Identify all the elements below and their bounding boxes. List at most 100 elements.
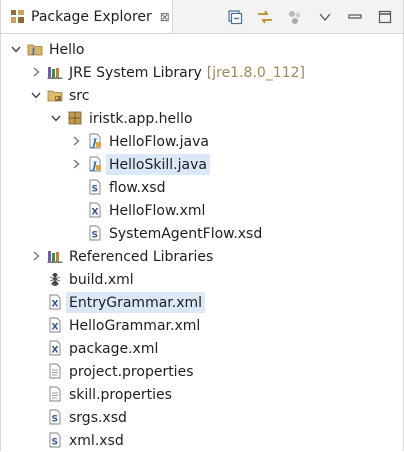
xml-file-icon: X (47, 340, 63, 356)
tree-item-label-wrap: skill.properties (66, 384, 175, 405)
tree-item-label: flow.xsd (109, 179, 166, 196)
tree-item-xml-xsd[interactable]: Sxml.xsd (1, 429, 403, 452)
tab-package-explorer[interactable]: Package Explorer ⊠ (1, 0, 173, 33)
tree-item-jre-system-library[interactable]: JRE System Library [jre1.8.0_112] (1, 61, 403, 84)
xml-file-icon: X (47, 317, 63, 333)
tree-item-label: srgs.xsd (69, 409, 127, 426)
link-with-editor-icon[interactable] (255, 7, 275, 27)
xml-file-icon: X (47, 294, 63, 310)
library-icon (47, 248, 63, 264)
tree-item-label-wrap: flow.xsd (106, 177, 168, 198)
chevron-right-icon[interactable] (29, 65, 43, 79)
xml-file-icon: X (87, 202, 103, 218)
svg-text:S: S (52, 415, 58, 425)
xsd-file-icon: S (47, 409, 63, 425)
tree-item-helloflow-java[interactable]: J HelloFlow.java (1, 130, 403, 153)
tree-item-label: skill.properties (69, 386, 172, 403)
tree-item-label-wrap: HelloGrammar.xml (66, 315, 203, 336)
tree-item-label-wrap: HelloFlow.xml (106, 200, 208, 221)
chevron-down-icon[interactable] (9, 42, 23, 56)
tree-item-label-wrap: Referenced Libraries (66, 246, 216, 267)
tree-item-label-wrap: HelloFlow.java (106, 131, 212, 152)
close-icon[interactable]: ⊠ (160, 10, 170, 24)
tree-item-iristk-app-hello[interactable]: iristk.app.hello (1, 107, 403, 130)
source-folder-icon (47, 87, 63, 103)
svg-text:X: X (52, 300, 59, 310)
tree-item-flow-xsd[interactable]: Sflow.xsd (1, 176, 403, 199)
package-explorer-icon (10, 9, 25, 24)
tree-item-hello[interactable]: J Hello (1, 38, 403, 61)
focus-icon[interactable] (285, 7, 305, 27)
tree-item-label-wrap: JRE System Library [jre1.8.0_112] (66, 62, 308, 83)
xsd-file-icon: S (87, 179, 103, 195)
tree-item-label-wrap: EntryGrammar.xml (66, 292, 206, 313)
tree-item-src[interactable]: src (1, 84, 403, 107)
svg-text:S: S (92, 185, 98, 195)
tree-item-label: build.xml (69, 271, 134, 288)
tree-item-label-wrap: project.properties (66, 361, 196, 382)
tree-item-label-wrap: SystemAgentFlow.xsd (106, 223, 265, 244)
tree-item-helloflow-xml[interactable]: X HelloFlow.xml (1, 199, 403, 222)
tree-item-label: Hello (49, 41, 85, 58)
tree-item-label-wrap: package.xml (66, 338, 161, 359)
view-menu-chevron-icon[interactable] (315, 7, 335, 27)
package-explorer-view: Package Explorer ⊠ J Hello JRE System Li… (0, 0, 404, 451)
chevron-right-icon[interactable] (69, 157, 83, 171)
tree-item-label: HelloSkill.java (109, 156, 207, 173)
tree-item-hellogrammar-xml[interactable]: X HelloGrammar.xml (1, 314, 403, 337)
tree-item-label: SystemAgentFlow.xsd (109, 225, 263, 242)
tree-item-label-wrap: src (66, 85, 92, 106)
view-toolbar (225, 0, 395, 33)
library-version-decoration: [jre1.8.0_112] (206, 64, 305, 81)
java-file-icon: J (87, 156, 103, 172)
text-file-icon (47, 386, 63, 402)
chevron-right-icon[interactable] (29, 249, 43, 263)
tree-item-build-xml[interactable]: build.xml (1, 268, 403, 291)
chevron-right-icon[interactable] (69, 134, 83, 148)
chevron-down-icon[interactable] (49, 111, 63, 125)
tree-item-label: xml.xsd (69, 432, 124, 449)
tree-item-label-wrap: build.xml (66, 269, 137, 290)
library-icon (47, 64, 63, 80)
tree-item-referenced-libraries[interactable]: Referenced Libraries (1, 245, 403, 268)
project-icon: J (27, 41, 43, 57)
tree-item-skill-properties[interactable]: skill.properties (1, 383, 403, 406)
tree-item-label: package.xml (69, 340, 159, 357)
xsd-file-icon: S (47, 432, 63, 448)
tree-item-srgs-xsd[interactable]: Ssrgs.xsd (1, 406, 403, 429)
tree-item-project-properties[interactable]: project.properties (1, 360, 403, 383)
tree-item-label-wrap: Hello (46, 39, 88, 60)
svg-text:X: X (52, 346, 59, 356)
svg-text:X: X (92, 208, 99, 218)
chevron-down-icon[interactable] (29, 88, 43, 102)
tree-item-label-wrap: HelloSkill.java (106, 154, 210, 175)
tree-item-label-wrap: iristk.app.hello (86, 108, 196, 129)
collapse-all-icon[interactable] (225, 7, 245, 27)
minimize-icon[interactable] (345, 7, 365, 27)
tree-item-label: HelloFlow.xml (109, 202, 206, 219)
tree-item-label: JRE System Library (69, 64, 202, 81)
tree-item-label: src (69, 87, 90, 104)
java-file-icon: J (87, 133, 103, 149)
xsd-file-icon: S (87, 225, 103, 241)
maximize-icon[interactable] (375, 7, 395, 27)
ant-file-icon (47, 271, 63, 287)
tree-item-package-xml[interactable]: Xpackage.xml (1, 337, 403, 360)
package-icon (67, 110, 83, 126)
tree-item-label: iristk.app.hello (89, 110, 193, 127)
tree-item-label: HelloGrammar.xml (69, 317, 201, 334)
tree-item-label-wrap: xml.xsd (66, 430, 127, 451)
svg-text:S: S (52, 438, 58, 448)
tree-item-label-wrap: srgs.xsd (66, 407, 130, 428)
tree-item-label: EntryGrammar.xml (69, 294, 203, 311)
tab-label: Package Explorer (31, 8, 152, 25)
tree-item-label: HelloFlow.java (109, 133, 209, 150)
svg-text:J: J (31, 47, 35, 56)
tree-item-helloskill-java[interactable]: J HelloSkill.java (1, 153, 403, 176)
svg-text:X: X (52, 323, 59, 333)
text-file-icon (47, 363, 63, 379)
tree-item-label: Referenced Libraries (69, 248, 214, 265)
tree-item-systemagentflow-xsd[interactable]: S SystemAgentFlow.xsd (1, 222, 403, 245)
tree-item-entrygrammar-xml[interactable]: X EntryGrammar.xml (1, 291, 403, 314)
view-tab-bar: Package Explorer ⊠ (1, 0, 403, 34)
